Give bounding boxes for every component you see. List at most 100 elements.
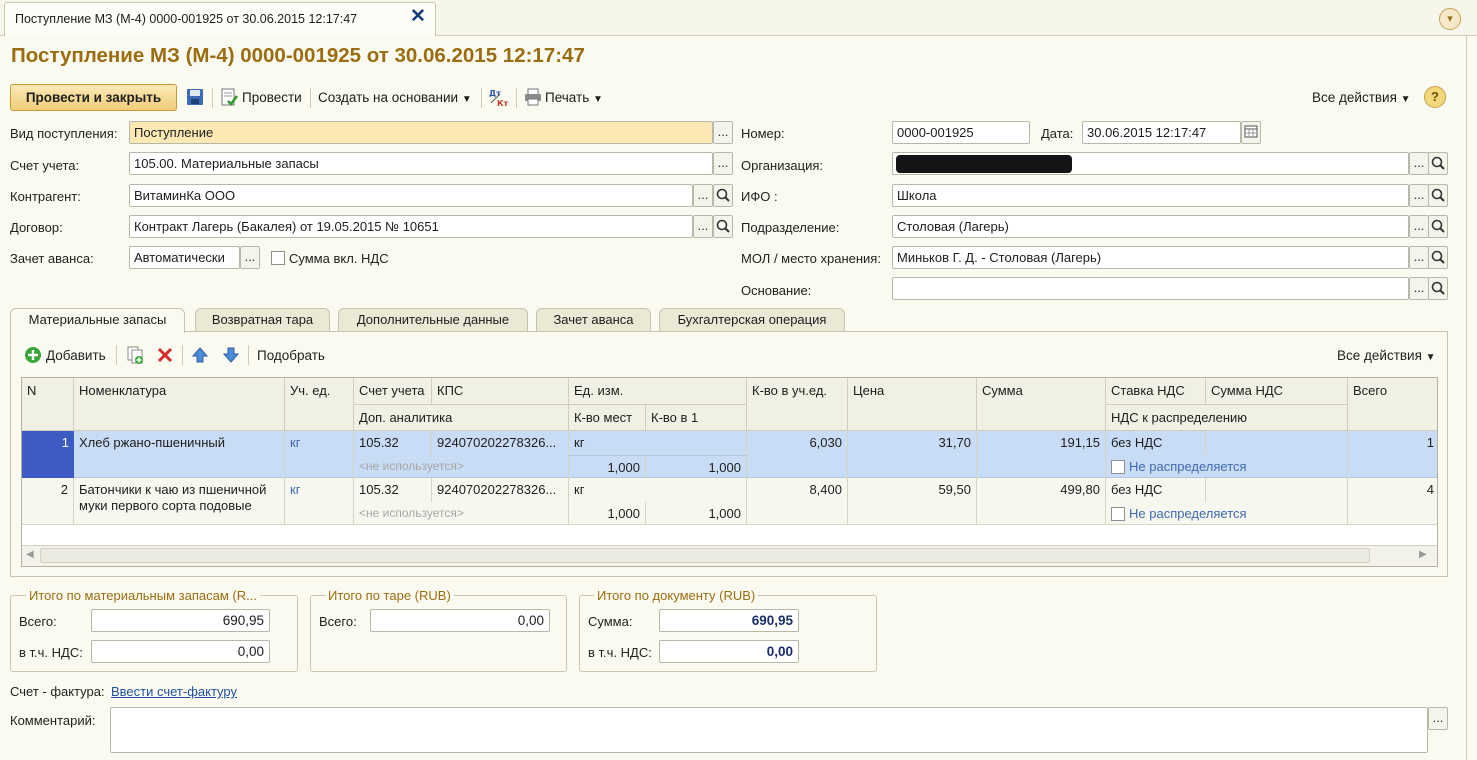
ifo-field[interactable]: Школа	[892, 184, 1409, 207]
mz-nds-field[interactable]: 0,00	[91, 640, 270, 663]
dogovor-select-button[interactable]: ...	[693, 215, 713, 238]
cell-stavka[interactable]: без НДС	[1106, 431, 1206, 455]
window-tab[interactable]: Поступление МЗ (М-4) 0000-001925 от 30.0…	[4, 2, 436, 36]
cell-kvo-mest[interactable]: 1,000	[569, 502, 646, 525]
items-table[interactable]: N Номенклатура Уч. ед. Счет учета КПС До…	[21, 377, 1438, 567]
cell-cena[interactable]: 59,50	[848, 478, 977, 525]
window-menu-icon[interactable]: ▾	[1439, 8, 1461, 30]
schet-field[interactable]: 105.00. Материальные запасы	[129, 152, 713, 175]
cell-kvo-v1[interactable]: 1,000	[646, 502, 747, 525]
nds-raspr-checkbox[interactable]	[1111, 460, 1125, 474]
cell-uch-ed[interactable]: кг	[285, 431, 354, 478]
summa-nds-checkbox[interactable]	[271, 251, 285, 265]
cell-ed-izm[interactable]: кг	[569, 431, 747, 455]
nds-raspr-checkbox[interactable]	[1111, 507, 1125, 521]
tab-vozvratnaya-tara[interactable]: Возвратная тара	[195, 308, 330, 332]
create-based-button[interactable]: Создать на основании ▼	[318, 90, 472, 105]
col-header-summa[interactable]: Сумма	[977, 378, 1106, 431]
kontragent-field[interactable]: ВитаминКа ООО	[129, 184, 693, 207]
col-header-n[interactable]: N	[22, 378, 74, 431]
invoice-link[interactable]: Ввести счет-фактуру	[111, 684, 237, 699]
comment-select-button[interactable]: ...	[1428, 707, 1448, 730]
cell-schet[interactable]: 105.32	[354, 478, 432, 502]
cell-summa[interactable]: 191,15	[977, 431, 1106, 478]
mol-select-button[interactable]: ...	[1409, 246, 1429, 269]
zachet-select-button[interactable]: ...	[240, 246, 260, 269]
cell-kps[interactable]: 924070202278326...	[432, 478, 569, 502]
search-icon[interactable]	[1428, 152, 1448, 175]
col-header-ed-izm[interactable]: Ед. изм.	[569, 378, 747, 405]
col-header-stavka-nds[interactable]: Ставка НДС	[1106, 378, 1206, 405]
cell-kvo-uch[interactable]: 6,030	[747, 431, 848, 478]
cell-vsego[interactable]: 4	[1348, 478, 1437, 525]
cell-kps[interactable]: 924070202278326...	[432, 431, 569, 455]
col-header-dop-analitika[interactable]: Доп. аналитика	[354, 405, 569, 431]
select-button[interactable]: Подобрать	[257, 348, 325, 363]
ifo-select-button[interactable]: ...	[1409, 184, 1429, 207]
add-button[interactable]: Добавить	[46, 348, 106, 363]
cell-stavka[interactable]: без НДС	[1106, 478, 1206, 502]
cell-kvo-mest[interactable]: 1,000	[569, 455, 646, 478]
help-icon[interactable]: ?	[1424, 86, 1446, 108]
kontragent-select-button[interactable]: ...	[693, 184, 713, 207]
cell-ed-izm[interactable]: кг	[569, 478, 747, 502]
data-field[interactable]: 30.06.2015 12:17:47	[1082, 121, 1241, 144]
zachet-field[interactable]: Автоматически	[129, 246, 240, 269]
all-actions-button[interactable]: Все действия ▼	[1312, 90, 1411, 105]
tab-dopolnitelnye-dannye[interactable]: Дополнительные данные	[338, 308, 528, 332]
col-header-kvo-v1[interactable]: К-во в 1	[646, 405, 747, 431]
search-icon[interactable]	[713, 215, 733, 238]
window-scrollbar[interactable]	[1466, 36, 1477, 760]
comment-field[interactable]	[110, 707, 1428, 753]
cell-cena[interactable]: 31,70	[848, 431, 977, 478]
osnovanie-field[interactable]	[892, 277, 1409, 300]
col-header-kvo-mest[interactable]: К-во мест	[569, 405, 646, 431]
cell-n[interactable]: 2	[22, 478, 74, 525]
cell-nomenklatura[interactable]: Батончики к чаю из пшеничной муки первог…	[74, 478, 285, 525]
cell-summa[interactable]: 499,80	[977, 478, 1106, 525]
search-icon[interactable]	[1428, 246, 1448, 269]
schet-select-button[interactable]: ...	[713, 152, 733, 175]
podr-select-button[interactable]: ...	[1409, 215, 1429, 238]
cell-dop[interactable]: <не используется>	[354, 502, 569, 525]
add-icon[interactable]	[24, 346, 42, 364]
horizontal-scrollbar[interactable]: ◀ ▶	[22, 545, 1437, 566]
cell-nomenklatura[interactable]: Хлеб ржано-пшеничный	[74, 431, 285, 478]
tab-materialnye-zapasy[interactable]: Материальные запасы	[10, 308, 185, 333]
search-icon[interactable]	[1428, 215, 1448, 238]
save-icon[interactable]	[186, 87, 204, 107]
col-header-schet[interactable]: Счет учета	[354, 378, 432, 405]
tab-buh-operaciya[interactable]: Бухгалтерская операция	[659, 308, 845, 332]
post-button[interactable]: Провести	[242, 90, 302, 105]
podr-field[interactable]: Столовая (Лагерь)	[892, 215, 1409, 238]
table-all-actions-button[interactable]: Все действия ▼	[1337, 348, 1436, 363]
close-icon[interactable]: ✕	[408, 6, 428, 28]
tara-vsego-field[interactable]: 0,00	[370, 609, 550, 632]
scroll-right-icon[interactable]: ▶	[1419, 549, 1427, 560]
cell-summa-nds[interactable]	[1206, 431, 1348, 455]
cell-dop[interactable]: <не используется>	[354, 455, 569, 478]
col-header-uch-ed[interactable]: Уч. ед.	[285, 378, 354, 431]
search-icon[interactable]	[1428, 184, 1448, 207]
nomer-field[interactable]: 0000-001925	[892, 121, 1030, 144]
col-header-nds-raspr[interactable]: НДС к распределению	[1106, 405, 1348, 431]
col-header-kvo-uch[interactable]: К-во в уч.ед.	[747, 378, 848, 431]
col-header-vsego[interactable]: Всего	[1348, 378, 1437, 431]
cell-summa-nds[interactable]	[1206, 478, 1348, 502]
cell-kvo-uch[interactable]: 8,400	[747, 478, 848, 525]
cell-schet[interactable]: 105.32	[354, 431, 432, 455]
org-select-button[interactable]: ...	[1409, 152, 1429, 175]
mz-vsego-field[interactable]: 690,95	[91, 609, 270, 632]
mol-field[interactable]: Миньков Г. Д. - Столовая (Лагерь)	[892, 246, 1409, 269]
dt-kt-icon[interactable]: Дт Кт	[488, 86, 510, 108]
doc-summa-field[interactable]: 690,95	[659, 609, 799, 632]
cell-kvo-v1[interactable]: 1,000	[646, 455, 747, 478]
search-icon[interactable]	[1428, 277, 1448, 300]
search-icon[interactable]	[713, 184, 733, 207]
col-header-cena[interactable]: Цена	[848, 378, 977, 431]
print-button[interactable]: Печать ▼	[545, 90, 603, 105]
calendar-icon[interactable]	[1241, 121, 1261, 144]
copy-icon[interactable]	[125, 345, 145, 365]
col-header-summa-nds[interactable]: Сумма НДС	[1206, 378, 1348, 405]
doc-nds-field[interactable]: 0,00	[659, 640, 799, 663]
